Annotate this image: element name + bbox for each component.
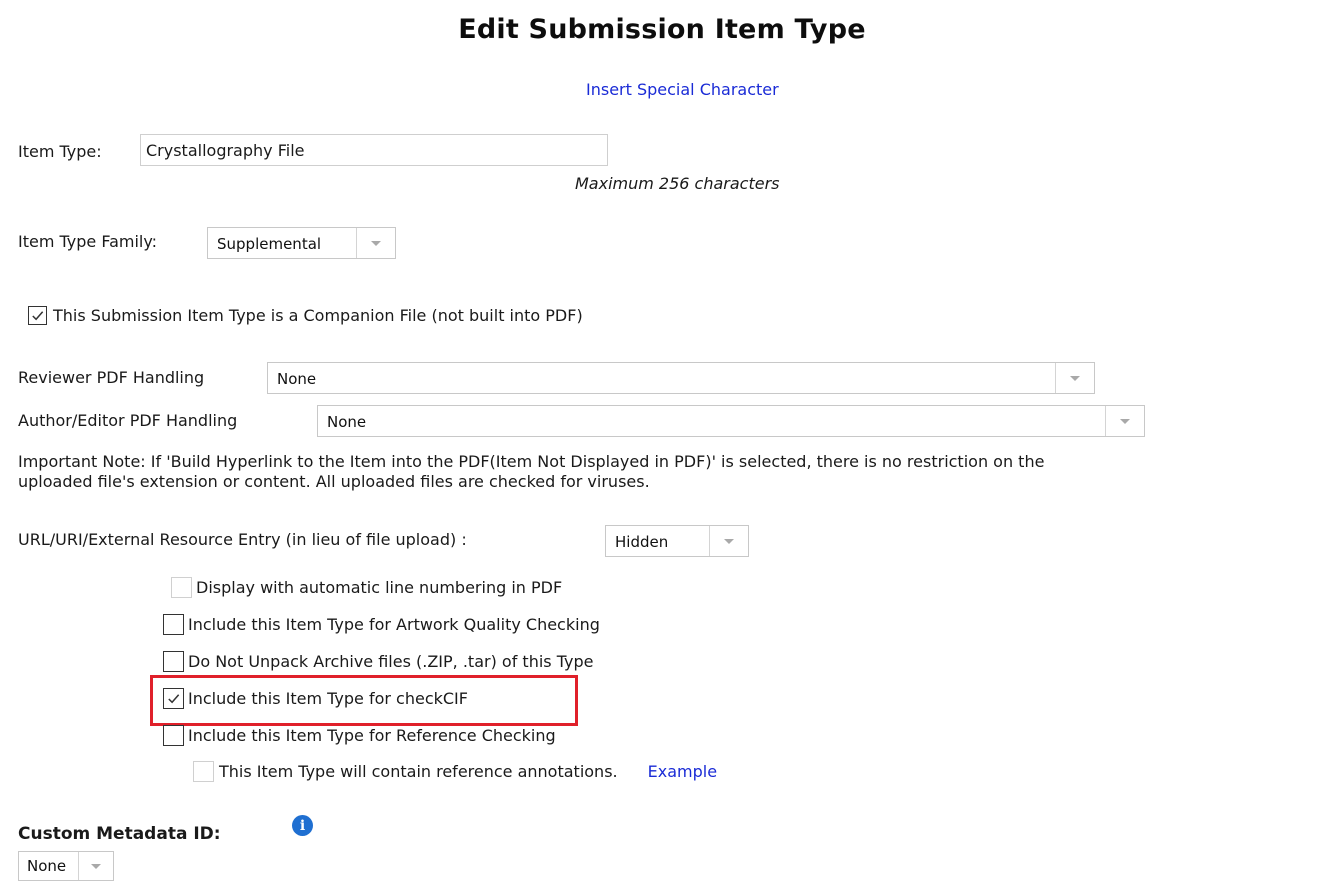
author-editor-pdf-value: None [327,413,367,431]
unpack-archive-label: Do Not Unpack Archive files (.ZIP, .tar)… [188,652,594,671]
reviewer-pdf-label: Reviewer PDF Handling [18,368,205,387]
option-reference-checking-row: Include this Item Type for Reference Che… [163,725,556,746]
url-entry-label: URL/URI/External Resource Entry (in lieu… [18,530,467,549]
custom-metadata-select[interactable]: None [18,851,114,881]
artwork-quality-checkbox[interactable] [163,614,184,635]
checkmark-icon [32,311,44,321]
reference-checking-label: Include this Item Type for Reference Che… [188,726,556,745]
chevron-down-icon[interactable] [1055,363,1094,393]
custom-metadata-value: None [27,857,67,875]
author-editor-pdf-select[interactable]: None [317,405,1145,437]
option-artwork-quality-row: Include this Item Type for Artwork Quali… [163,614,600,635]
example-link[interactable]: Example [648,762,717,781]
item-type-hint: Maximum 256 characters [575,174,780,193]
item-type-label: Item Type: [18,142,102,161]
info-icon[interactable]: i [292,815,313,836]
chevron-down-icon[interactable] [1105,406,1144,436]
companion-file-row: This Submission Item Type is a Companion… [28,306,583,325]
artwork-quality-label: Include this Item Type for Artwork Quali… [188,615,600,634]
item-type-input[interactable] [140,134,608,166]
reference-annotations-label: This Item Type will contain reference an… [219,762,618,781]
option-line-numbering-row: Display with automatic line numbering in… [171,577,562,598]
page-title: Edit Submission Item Type [458,14,866,45]
important-note-line-2: uploaded file's extension or content. Al… [18,472,650,491]
reviewer-pdf-select[interactable]: None [267,362,1095,394]
checkmark-icon [168,694,180,704]
line-numbering-label: Display with automatic line numbering in… [196,578,563,597]
item-type-family-value: Supplemental [217,235,322,253]
custom-metadata-label: Custom Metadata ID: [18,824,221,844]
important-note-line-1: Important Note: If 'Build Hyperlink to t… [18,452,1045,471]
reference-checking-checkbox[interactable] [163,725,184,746]
reference-annotations-checkbox[interactable] [193,761,214,782]
chevron-down-icon[interactable] [709,526,748,556]
chevron-down-icon[interactable] [356,228,395,258]
reference-annotations-row: This Item Type will contain reference an… [193,761,717,782]
item-type-family-label: Item Type Family: [18,232,158,251]
line-numbering-checkbox[interactable] [171,577,192,598]
option-checkcif-row: Include this Item Type for checkCIF [163,688,468,709]
reviewer-pdf-value: None [277,370,317,388]
checkcif-label: Include this Item Type for checkCIF [188,689,468,708]
url-entry-value: Hidden [615,533,669,551]
checkcif-checkbox[interactable] [163,688,184,709]
companion-file-checkbox[interactable] [28,306,47,325]
option-unpack-archive-row: Do Not Unpack Archive files (.ZIP, .tar)… [163,651,593,672]
author-editor-pdf-label: Author/Editor PDF Handling [18,411,238,430]
url-entry-select[interactable]: Hidden [605,525,749,557]
companion-file-label: This Submission Item Type is a Companion… [53,306,583,325]
item-type-family-select[interactable]: Supplemental [207,227,396,259]
chevron-down-icon[interactable] [78,852,113,880]
insert-special-character-link[interactable]: Insert Special Character [586,80,779,99]
unpack-archive-checkbox[interactable] [163,651,184,672]
